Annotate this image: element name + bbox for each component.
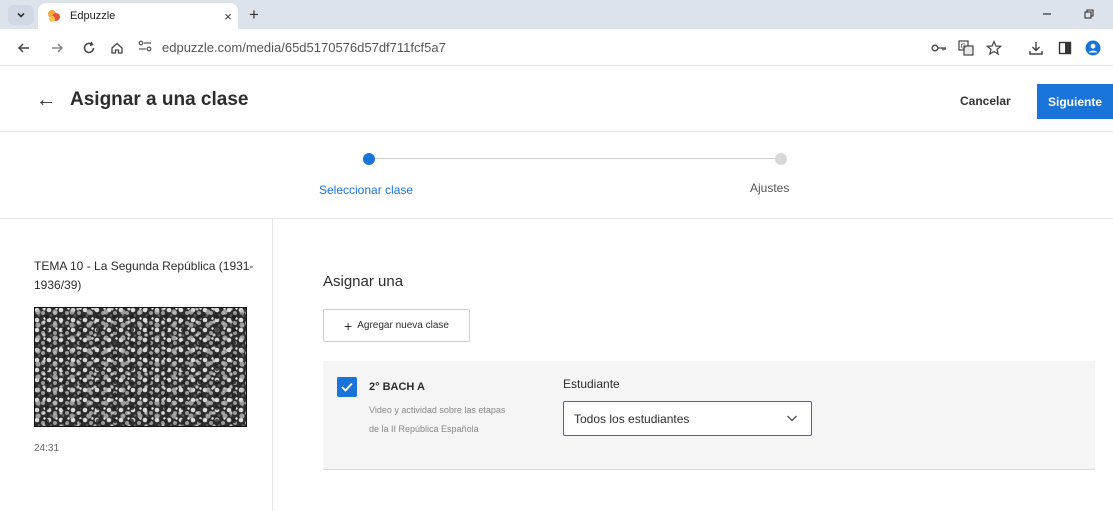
chevron-down-icon [17,12,25,18]
restore-window-button[interactable] [1074,4,1104,24]
step-1-dot [363,153,375,165]
browser-forward-button[interactable] [47,38,67,58]
side-panel-button[interactable] [1054,37,1076,59]
download-icon [1029,42,1043,55]
svg-text:G: G [961,43,966,51]
password-key-button[interactable] [928,37,950,59]
minimize-icon [1043,13,1051,15]
back-arrow-icon[interactable]: ← [36,89,56,112]
step-1-label[interactable]: Seleccionar clase [319,183,413,197]
browser-tabbar: Edpuzzle × + [0,0,1113,29]
edpuzzle-favicon-icon [46,8,62,24]
add-class-label: Agregar nueva clase [357,320,449,331]
step-2-label[interactable]: Ajustes [750,181,789,195]
key-icon [931,44,946,52]
next-button[interactable]: Siguiente [1037,84,1113,119]
class-description: Video y actividad sobre las etapas de la… [369,405,506,434]
app-header: ← Asignar a una clase Cancelar Siguiente [0,67,1113,132]
avatar-icon [1085,40,1101,56]
crowd-photo-image [34,307,247,427]
class-row: 2° BACH A Video y actividad sobre las et… [323,361,1095,470]
home-button[interactable] [107,38,127,58]
tab-search-button[interactable] [8,5,34,25]
progress-stepper: Seleccionar clase Ajustes [0,133,1113,219]
profile-button[interactable] [1082,37,1104,59]
video-info-panel: TEMA 10 - La Segunda República (1931-193… [0,219,273,511]
translate-icon: G [958,40,974,56]
browser-toolbar: edpuzzle.com/media/65d5170576d57df711fcf… [0,29,1113,66]
home-icon [111,42,123,54]
step-2-dot [775,153,787,165]
student-select[interactable]: Todos los estudiantes [563,401,812,436]
arrow-left-icon [17,43,29,53]
class-checkbox[interactable] [337,377,357,397]
new-tab-button[interactable]: + [243,4,265,26]
checkmark-icon [341,382,353,392]
reload-button[interactable] [79,38,99,58]
class-name: 2° BACH A [369,381,425,393]
address-bar[interactable]: edpuzzle.com/media/65d5170576d57df711fcf… [138,34,928,61]
browser-tab[interactable]: Edpuzzle × [38,3,238,29]
arrow-right-icon [52,43,64,53]
tab-title: Edpuzzle [70,10,116,22]
stepper-line [369,158,781,159]
student-label: Estudiante [563,377,620,391]
url-text: edpuzzle.com/media/65d5170576d57df711fcf… [162,40,446,55]
video-thumbnail [34,307,247,427]
minimize-window-button[interactable] [1032,4,1062,24]
plus-icon: + [344,317,353,334]
downloads-button[interactable] [1025,37,1047,59]
assign-heading: Asignar una [323,273,404,290]
student-select-value: Todos los estudiantes [574,411,690,426]
browser-back-button[interactable] [14,38,34,58]
translate-button[interactable]: G [955,37,977,59]
star-icon [986,40,1002,56]
side-panel-icon [1058,41,1072,55]
cancel-button[interactable]: Cancelar [960,94,1011,108]
bookmark-star-button[interactable] [983,37,1005,59]
site-settings-icon[interactable] [138,40,152,55]
video-title: TEMA 10 - La Segunda República (1931-193… [34,259,254,292]
chevron-down-icon [785,411,799,428]
page-title: Asignar a una clase [70,89,249,110]
add-class-button[interactable]: + Agregar nueva clase [323,309,470,342]
restore-icon [1084,9,1094,19]
tab-close-button[interactable]: × [218,9,238,24]
video-duration: 24:31 [34,443,60,454]
reload-icon [83,41,95,54]
